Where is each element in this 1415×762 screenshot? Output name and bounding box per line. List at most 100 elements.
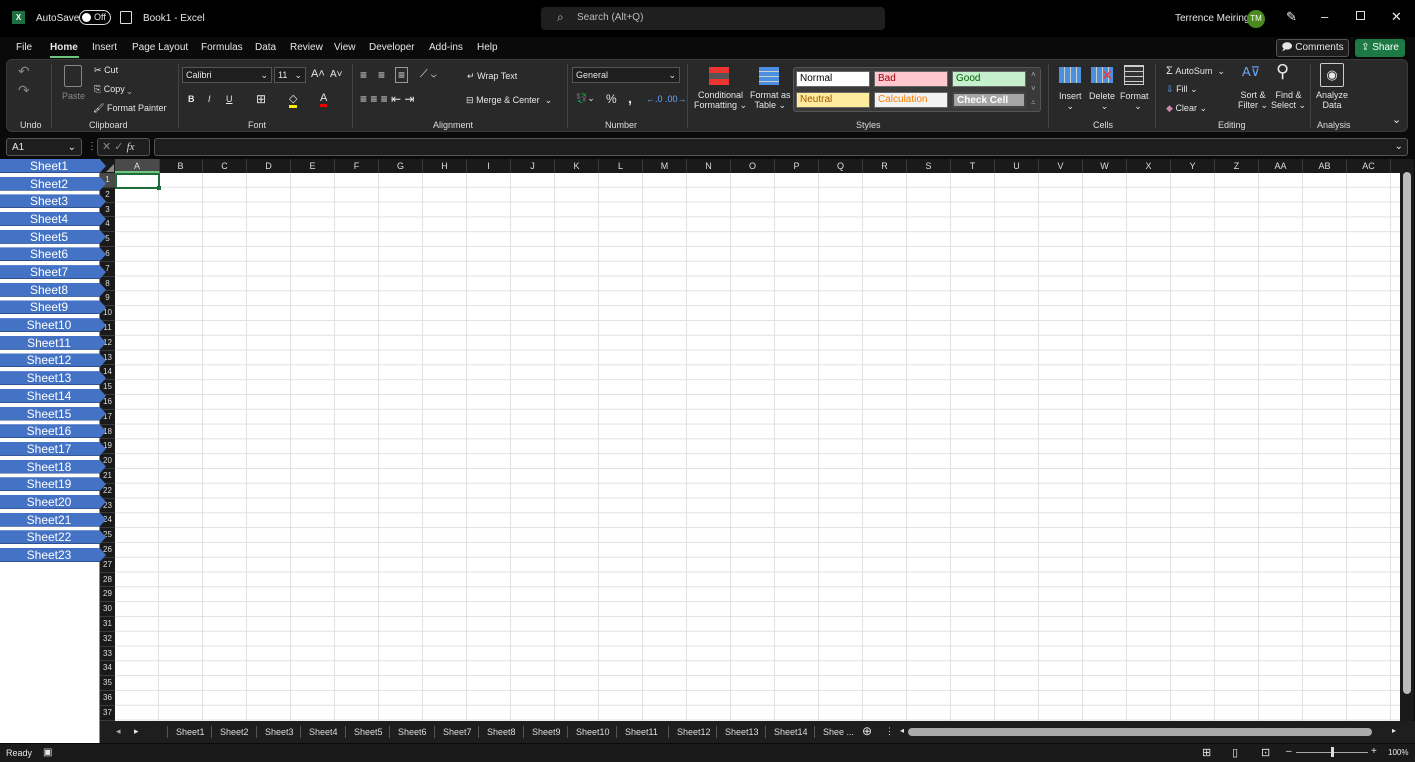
scroll-right-icon[interactable]: ▸ xyxy=(1392,726,1396,735)
column-header[interactable]: G xyxy=(379,159,423,173)
sheet-list-button[interactable]: Sheet4 xyxy=(0,212,106,227)
sheet-list-button[interactable]: Sheet2 xyxy=(0,176,106,191)
column-header[interactable]: V xyxy=(1039,159,1083,173)
increase-decimal-icon[interactable]: ←.0 .00→ xyxy=(646,94,687,104)
row-header[interactable]: 30 xyxy=(100,602,115,617)
tab-home[interactable]: Home xyxy=(50,42,78,53)
sheet-list-button[interactable]: Sheet21 xyxy=(0,512,106,527)
sheet-tab[interactable]: Sheet8 xyxy=(478,726,516,738)
format-painter-button[interactable]: 🖌 Format Painter xyxy=(93,103,166,114)
more-options-icon[interactable]: ⋮ xyxy=(87,141,97,152)
sheet-tab[interactable]: Sheet9 xyxy=(523,726,561,738)
row-header[interactable]: 28 xyxy=(100,573,115,588)
sheet-list-button[interactable]: Sheet9 xyxy=(0,300,106,315)
column-header[interactable]: AA xyxy=(1259,159,1303,173)
sheet-tab[interactable]: Sheet3 xyxy=(256,726,294,738)
underline-button[interactable]: U xyxy=(226,94,233,104)
sheet-list-button[interactable]: Sheet13 xyxy=(0,371,106,386)
align-middle-icon[interactable]: ≡ xyxy=(378,68,385,82)
sheet-tab[interactable]: Sheet10 xyxy=(567,726,610,738)
row-header[interactable]: 29 xyxy=(100,587,115,603)
align-left-icon[interactable]: ≡ ≡ ≡ ⇤ ⇥ xyxy=(360,92,414,106)
italic-button[interactable]: I xyxy=(208,94,211,104)
sheet-list-button[interactable]: Sheet1 xyxy=(0,159,106,173)
fill-button[interactable]: ⇩ Fill ⌄ xyxy=(1166,84,1198,95)
column-header[interactable]: M xyxy=(643,159,687,173)
increase-font-icon[interactable]: A˄ xyxy=(311,68,325,80)
comma-button[interactable]: , xyxy=(628,90,632,106)
column-header[interactable]: D xyxy=(247,159,291,173)
analyze-data-button[interactable]: Analyze Data xyxy=(1316,90,1348,110)
close-icon[interactable]: ✕ xyxy=(1391,9,1402,25)
find-select-button[interactable]: Find & Select ⌄ xyxy=(1271,90,1306,111)
autosum-button[interactable]: Σ AutoSum ⌄ xyxy=(1166,65,1225,77)
borders-icon[interactable]: ⊞ xyxy=(256,92,266,106)
sheet-tab[interactable]: Sheet6 xyxy=(389,726,427,738)
redo-icon[interactable]: ↷ xyxy=(18,82,30,99)
column-header[interactable]: P xyxy=(775,159,819,173)
style-check-cell[interactable]: Check Cell xyxy=(952,92,1026,108)
clear-button[interactable]: ◆ Clear ⌄ xyxy=(1166,103,1207,114)
enter-icon[interactable]: ✓ xyxy=(114,141,123,153)
sheet-tab[interactable]: Shee ... xyxy=(814,726,854,738)
tab-add-ins[interactable]: Add-ins xyxy=(429,42,463,53)
row-header[interactable]: 32 xyxy=(100,632,115,647)
number-format-select[interactable]: General ⌄ xyxy=(572,67,680,83)
format-as-table-button[interactable]: Format as Table ⌄ xyxy=(750,90,791,111)
tab-data[interactable]: Data xyxy=(255,42,276,53)
column-header[interactable]: K xyxy=(555,159,599,173)
column-header[interactable]: Q xyxy=(819,159,863,173)
new-sheet-icon[interactable]: ⊕ xyxy=(862,724,872,738)
cell-grid[interactable] xyxy=(115,173,1400,721)
insert-function-button[interactable]: fx xyxy=(127,141,135,153)
sheet-tab[interactable]: Sheet13 xyxy=(716,726,759,738)
sheet-list-button[interactable]: Sheet15 xyxy=(0,406,106,421)
autosave-toggle[interactable]: Off xyxy=(79,10,111,25)
column-header[interactable]: O xyxy=(731,159,775,173)
tab-page-layout[interactable]: Page Layout xyxy=(132,42,188,53)
avatar[interactable]: TM xyxy=(1247,10,1265,28)
sheet-list-button[interactable]: Sheet6 xyxy=(0,247,106,262)
sheet-tab[interactable]: Sheet12 xyxy=(668,726,711,738)
tab-review[interactable]: Review xyxy=(290,42,323,53)
horizontal-scroll-thumb[interactable] xyxy=(908,728,1372,736)
restore-icon[interactable] xyxy=(1356,11,1365,20)
sheet-tab[interactable]: Sheet14 xyxy=(765,726,808,738)
sheet-list-button[interactable]: Sheet16 xyxy=(0,424,106,439)
style-normal[interactable]: Normal xyxy=(796,71,870,87)
tab-file[interactable]: File xyxy=(16,42,32,53)
pen-icon[interactable]: ✎ xyxy=(1286,9,1297,25)
column-header[interactable]: X xyxy=(1127,159,1171,173)
sheet-list-button[interactable]: Sheet22 xyxy=(0,530,106,545)
column-header[interactable]: S xyxy=(907,159,951,173)
font-name-select[interactable]: Calibri ⌄ xyxy=(182,67,272,83)
sheet-list-button[interactable]: Sheet14 xyxy=(0,388,106,403)
formula-input[interactable]: ⌄ xyxy=(154,138,1408,156)
row-header[interactable]: 27 xyxy=(100,558,115,573)
sheet-tab[interactable]: Sheet4 xyxy=(300,726,338,738)
vertical-scroll-thumb[interactable] xyxy=(1403,172,1411,694)
scroll-tabs-left-icon[interactable]: ◂ xyxy=(116,726,121,737)
column-header[interactable]: L xyxy=(599,159,643,173)
selected-cell[interactable] xyxy=(115,173,161,190)
zoom-level[interactable]: 100% xyxy=(1388,748,1408,757)
row-header[interactable]: 34 xyxy=(100,661,115,677)
name-box[interactable]: A1 ⌄ xyxy=(6,138,82,156)
row-header[interactable]: 35 xyxy=(100,676,115,691)
sheet-list-button[interactable]: Sheet3 xyxy=(0,194,106,209)
column-header[interactable]: I xyxy=(467,159,511,173)
column-header[interactable]: E xyxy=(291,159,335,173)
column-header[interactable]: H xyxy=(423,159,467,173)
undo-icon[interactable]: ↶ xyxy=(18,63,30,80)
sheet-list-button[interactable]: Sheet10 xyxy=(0,318,106,333)
conditional-formatting-button[interactable]: Conditional Formatting ⌄ xyxy=(694,90,747,111)
copy-button[interactable]: ⎘ Copy ⌄ xyxy=(94,84,131,95)
column-header[interactable]: T xyxy=(951,159,995,173)
comments-button[interactable]: 🗩 Comments xyxy=(1276,39,1349,57)
sheet-tab[interactable]: Sheet5 xyxy=(345,726,383,738)
column-header[interactable]: Z xyxy=(1215,159,1259,173)
sheet-tab[interactable]: Sheet2 xyxy=(211,726,249,738)
decrease-font-icon[interactable]: A˅ xyxy=(330,69,343,80)
column-header[interactable]: W xyxy=(1083,159,1127,173)
sheet-list-button[interactable]: Sheet8 xyxy=(0,282,106,297)
